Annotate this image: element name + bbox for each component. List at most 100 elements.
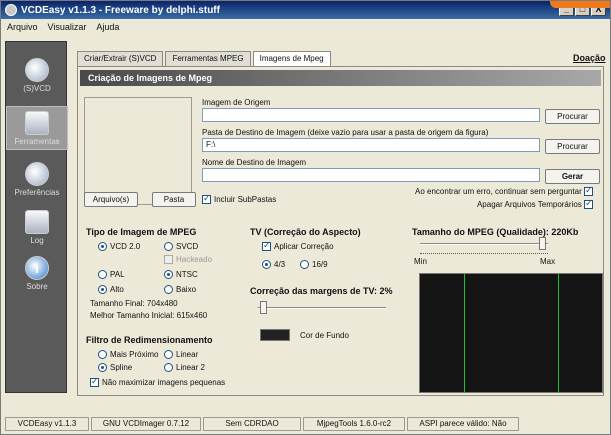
ratio-43-option[interactable]: 4/3: [262, 260, 285, 270]
linear-radio-option[interactable]: Linear: [164, 350, 199, 360]
svcd-label: SVCD: [176, 242, 199, 251]
origin-field[interactable]: [202, 108, 540, 122]
tab-bar: Criar/Extrair (S)VCD Ferramentas MPEG Im…: [77, 51, 331, 67]
include-subfolders-option[interactable]: Incluir SubPastas: [202, 193, 277, 205]
filter-section-title: Filtro de Redimensionamento: [86, 335, 213, 345]
vcd-radio-option[interactable]: VCD 2.0: [98, 242, 141, 252]
continue-on-error-checkbox[interactable]: [584, 185, 593, 197]
sidebar-item-label: Preferências: [14, 188, 60, 197]
delete-temp-checkbox[interactable]: [584, 198, 593, 210]
apply-correction-checkbox[interactable]: [262, 240, 271, 252]
status-bar: VCDEasy v1.1.3 GNU VCDImager 0.7.12 Sem …: [1, 415, 610, 433]
baixo-radio[interactable]: [164, 285, 173, 295]
log-icon: [25, 210, 49, 234]
margins-slider-thumb[interactable]: [260, 301, 268, 314]
status-vcdimager: GNU VCDImager 0.7.12: [91, 417, 201, 431]
app-icon: [5, 4, 17, 16]
spline-radio[interactable]: [98, 363, 107, 373]
corner-decoration: [550, 1, 610, 8]
linear-label: Linear: [176, 350, 199, 359]
status-app-version: VCDEasy v1.1.3: [5, 417, 89, 431]
main-panel: Criação de Imagens de Mpeg Imagem de Ori…: [77, 66, 604, 396]
menu-arquivo[interactable]: Arquivo: [7, 22, 38, 32]
dest-name-field[interactable]: [202, 168, 540, 182]
spline-radio-option[interactable]: Spline: [98, 363, 133, 373]
browse-origin-button[interactable]: Procurar: [545, 109, 600, 124]
dest-folder-label: Pasta de Destino de Imagem (deixe vazio …: [202, 128, 489, 137]
donation-link[interactable]: Doação: [573, 53, 606, 63]
menu-ajuda[interactable]: Ajuda: [96, 22, 119, 32]
pal-radio[interactable]: [98, 270, 107, 280]
pal-radio-option[interactable]: PAL: [98, 270, 125, 280]
sidebar-item-sobre[interactable]: i Sobre: [6, 256, 68, 291]
delete-temp-label: Apagar Arquivos Temporários: [476, 200, 582, 209]
vcd-label: VCD 2.0: [110, 242, 141, 251]
title-bar[interactable]: VCDEasy v1.1.3 - Freeware by delphi.stuf…: [1, 1, 610, 19]
ntsc-radio-option[interactable]: NTSC: [164, 270, 198, 280]
linear-radio[interactable]: [164, 350, 173, 360]
ratio-169-label: 16/9: [312, 260, 328, 269]
browse-dest-button[interactable]: Procurar: [545, 139, 600, 154]
size-min-label: Min: [414, 257, 427, 266]
include-subfolders-checkbox[interactable]: [202, 193, 211, 205]
continue-on-error-option[interactable]: Ao encontrar um erro, continuar sem perg…: [415, 185, 596, 197]
alto-radio-option[interactable]: Alto: [98, 285, 124, 295]
background-color-label: Cor de Fundo: [300, 331, 349, 340]
vcd-radio[interactable]: [98, 242, 107, 252]
sidebar: (S)VCD Ferramentas Preferências Log i So…: [5, 41, 68, 393]
ratio-43-radio[interactable]: [262, 260, 271, 270]
svcd-radio[interactable]: [164, 242, 173, 252]
size-section-title: Tamanho do MPEG (Qualidade): 220Kb: [412, 227, 579, 237]
sidebar-item-label: Sobre: [26, 282, 48, 291]
tab-criar-extrair[interactable]: Criar/Extrair (S)VCD: [77, 51, 164, 66]
sidebar-item-preferencias[interactable]: Preferências: [6, 162, 68, 197]
folder-button[interactable]: Pasta: [152, 192, 196, 207]
continue-on-error-label: Ao encontrar um erro, continuar sem perg…: [415, 187, 582, 196]
ntsc-label: NTSC: [176, 270, 198, 279]
linear2-radio-option[interactable]: Linear 2: [164, 363, 205, 373]
background-color-swatch[interactable]: [260, 329, 290, 341]
spline-label: Spline: [110, 363, 133, 372]
linear2-radio[interactable]: [164, 363, 173, 373]
disc-icon: [25, 58, 49, 82]
final-size-text: Tamanho Final: 704x480: [90, 299, 178, 308]
baixo-radio-option[interactable]: Baixo: [164, 285, 196, 295]
size-slider-thumb[interactable]: [538, 237, 546, 250]
delete-temp-option[interactable]: Apagar Arquivos Temporários: [476, 198, 596, 210]
generate-button[interactable]: Gerar: [545, 169, 600, 184]
linear2-label: Linear 2: [176, 363, 205, 372]
tab-imagens-de-mpeg[interactable]: Imagens de Mpeg: [252, 51, 331, 67]
preview-guide-right: [558, 274, 559, 392]
apply-correction-option[interactable]: Aplicar Correção: [262, 240, 334, 252]
alto-radio[interactable]: [98, 285, 107, 295]
sidebar-item-label: Log: [30, 236, 44, 245]
sidebar-item-ferramentas[interactable]: Ferramentas: [6, 106, 68, 150]
hacked-option[interactable]: Hackeado: [164, 255, 212, 265]
sidebar-item-label: Ferramentas: [14, 137, 60, 146]
margins-slider-track[interactable]: [258, 307, 386, 309]
status-mjpegtools: MjpegTools 1.6.0-rc2: [303, 417, 405, 431]
sidebar-item-log[interactable]: Log: [6, 210, 68, 245]
ratio-169-radio[interactable]: [300, 260, 309, 270]
hacked-checkbox[interactable]: [164, 255, 173, 265]
files-button[interactable]: Arquivo(s): [84, 192, 138, 207]
menu-bar: Arquivo Visualizar Ajuda: [1, 19, 610, 35]
ratio-169-option[interactable]: 16/9: [300, 260, 328, 270]
tab-ferramentas-mpeg[interactable]: Ferramentas MPEG: [165, 51, 251, 66]
ntsc-radio[interactable]: [164, 270, 173, 280]
no-maximize-option[interactable]: Não maximizar imagens pequenas: [90, 376, 225, 388]
type-section-title: Tipo de Imagem de MPEG: [86, 227, 197, 237]
size-slider-track[interactable]: [420, 243, 548, 245]
nearest-radio[interactable]: [98, 350, 107, 360]
preview-guide-left: [464, 274, 465, 392]
no-maximize-checkbox[interactable]: [90, 376, 99, 388]
menu-visualizar[interactable]: Visualizar: [48, 22, 87, 32]
include-subfolders-label: Incluir SubPastas: [214, 195, 277, 204]
nearest-radio-option[interactable]: Mais Próximo: [98, 350, 158, 360]
tools-icon: [25, 111, 49, 135]
size-max-label: Max: [540, 257, 556, 266]
dest-folder-field[interactable]: F:\: [202, 138, 540, 152]
svcd-radio-option[interactable]: SVCD: [164, 242, 199, 252]
sidebar-item-svcd[interactable]: (S)VCD: [6, 58, 68, 93]
size-slider-ticks: [420, 253, 548, 256]
